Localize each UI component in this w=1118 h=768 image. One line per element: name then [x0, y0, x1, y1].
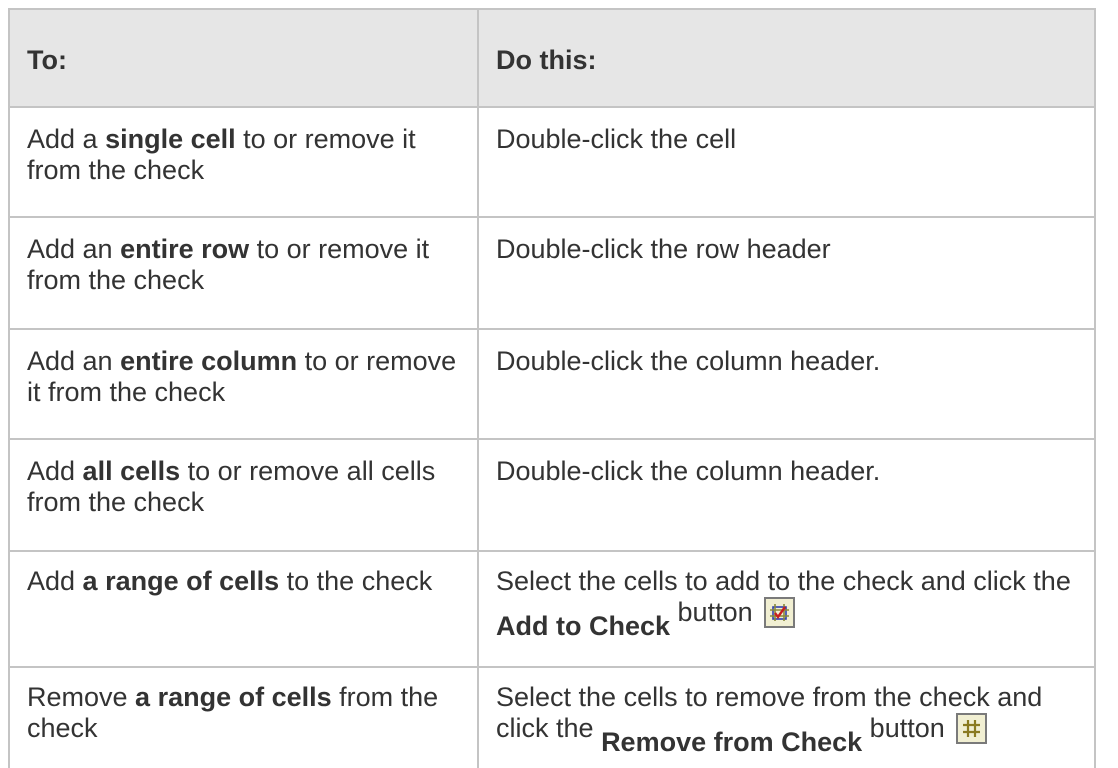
action-text: to the check: [279, 566, 433, 596]
action-cell: Add an entire column to or remove it fro…: [8, 328, 479, 440]
instruction-cell: Double-click the column header.: [477, 328, 1096, 440]
add-to-check-label: Add to Check: [496, 611, 671, 641]
table-row: Add a single cell to or remove it from t…: [8, 106, 1096, 218]
action-text: Add: [27, 456, 83, 486]
instruction-cell: Double-click the cell: [477, 106, 1096, 218]
action-emphasis: entire column: [120, 346, 298, 376]
remove-from-check-icon: [956, 713, 988, 744]
action-cell: Add an entire row to or remove it from t…: [8, 216, 479, 330]
table-row: Add a range of cells to the check Select…: [8, 550, 1096, 668]
action-emphasis: single cell: [105, 124, 236, 154]
action-emphasis: a range of cells: [82, 566, 280, 596]
instruction-cell: Select the cells to add to the check and…: [477, 550, 1096, 668]
action-emphasis: entire row: [120, 234, 250, 264]
table-row: Add all cells to or remove all cells fro…: [8, 438, 1096, 552]
remove-from-check-label: Remove from Check: [601, 727, 863, 757]
instruction-text: Select the cells to add to the check and…: [496, 566, 1071, 596]
instruction-text: button: [677, 597, 753, 627]
instruction-cell: Select the cells to remove from the chec…: [477, 666, 1096, 768]
instruction-cell: Double-click the row header: [477, 216, 1096, 330]
add-to-check-icon: [764, 597, 796, 628]
instructions-table: To: Do this: Add a single cell to or rem…: [8, 8, 1096, 768]
action-text: Add: [27, 566, 83, 596]
action-cell: Remove a range of cells from the check: [8, 666, 479, 768]
action-cell: Add a range of cells to the check: [8, 550, 479, 668]
header-do-this: Do this:: [477, 8, 1096, 108]
instruction-cell: Double-click the column header.: [477, 438, 1096, 552]
table-row: Remove a range of cells from the check S…: [8, 666, 1096, 768]
instruction-text: button: [869, 713, 945, 743]
table-row: Add an entire row to or remove it from t…: [8, 216, 1096, 330]
action-text: Remove: [27, 682, 136, 712]
action-text: Add an: [27, 346, 121, 376]
action-text: Add an: [27, 234, 121, 264]
header-to: To:: [8, 8, 479, 108]
action-cell: Add all cells to or remove all cells fro…: [8, 438, 479, 552]
table-header-row: To: Do this:: [8, 8, 1096, 108]
action-emphasis: all cells: [82, 456, 181, 486]
action-text: Add a: [27, 124, 106, 154]
table-row: Add an entire column to or remove it fro…: [8, 328, 1096, 440]
action-emphasis: a range of cells: [135, 682, 332, 712]
action-cell: Add a single cell to or remove it from t…: [8, 106, 479, 218]
